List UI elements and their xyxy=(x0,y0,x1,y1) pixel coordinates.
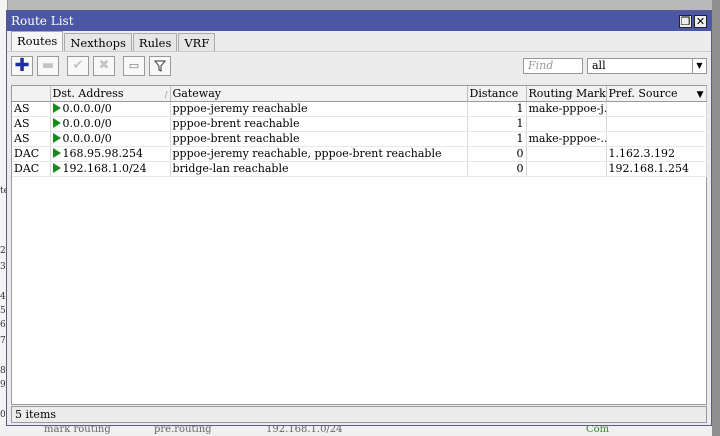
status-bar: 5 items xyxy=(11,406,707,423)
close-icon[interactable]: ✕ xyxy=(694,14,707,28)
column-pref-source[interactable]: Pref. Source ▼ xyxy=(606,86,707,102)
column-dst-address[interactable]: Dst. Address / xyxy=(50,86,171,102)
tab-bar: Routes Nexthops Rules VRF xyxy=(7,31,711,51)
row-gateway: pppoe-brent reachable xyxy=(170,131,468,147)
row-distance: 0 xyxy=(467,161,527,177)
remove-icon[interactable]: ▬ xyxy=(37,55,59,76)
comment-icon[interactable]: ▭ xyxy=(123,55,145,76)
row-flags: AS xyxy=(12,131,51,147)
dst-value: 0.0.0.0/0 xyxy=(62,102,112,115)
tab-vrf[interactable]: VRF xyxy=(178,33,216,51)
row-pref-source xyxy=(606,116,707,132)
sort-icon: / xyxy=(164,89,168,99)
row-dst-address: 168.95.98.254 xyxy=(50,146,171,162)
row-gateway: pppoe-brent reachable xyxy=(170,116,468,132)
column-flags[interactable] xyxy=(12,86,51,102)
row-routing-mark xyxy=(526,146,607,162)
row-flags: DAC xyxy=(12,146,51,162)
route-list-window: Route List ❐ ✕ Routes Nexthops Rules VRF… xyxy=(6,10,712,426)
table-row[interactable]: DAC 192.168.1.0/24 bridge-lan reachable … xyxy=(12,161,707,177)
dst-value: 192.168.1.0/24 xyxy=(62,162,147,175)
row-flags: AS xyxy=(12,101,51,117)
row-dst-address: 192.168.1.0/24 xyxy=(50,161,171,177)
title-bar[interactable]: Route List ❐ ✕ xyxy=(7,11,711,31)
dst-value: 168.95.98.254 xyxy=(62,147,143,160)
row-gateway: bridge-lan reachable xyxy=(170,161,468,177)
toolbar: ✚ ▬ ✔ ✖ ▭ Find all ▼ xyxy=(7,51,711,79)
row-pref-source: 1.162.3.192 xyxy=(606,146,707,162)
chevron-down-icon[interactable]: ▼ xyxy=(692,58,706,73)
routes-table: Dst. Address / Gateway Distance Routing M… xyxy=(11,85,707,405)
filter-select-value: all xyxy=(592,59,606,72)
row-dst-address: 0.0.0.0/0 xyxy=(50,131,171,147)
table-header: Dst. Address / Gateway Distance Routing M… xyxy=(12,86,707,102)
check-icon[interactable]: ✔ xyxy=(67,55,89,76)
row-dst-address: 0.0.0.0/0 xyxy=(50,101,171,117)
active-route-icon xyxy=(52,148,61,158)
row-pref-source xyxy=(606,101,707,117)
restore-icon[interactable]: ❐ xyxy=(679,14,692,28)
find-input[interactable]: Find xyxy=(523,57,583,74)
column-label: Dst. Address xyxy=(52,86,124,100)
row-distance: 1 xyxy=(467,116,527,132)
row-routing-mark xyxy=(526,161,607,177)
table-row[interactable]: AS 0.0.0.0/0 pppoe-brent reachable 1 mak… xyxy=(12,131,707,147)
column-routing-mark[interactable]: Routing Mark xyxy=(526,86,607,102)
column-gateway[interactable]: Gateway xyxy=(170,86,468,102)
row-pref-source: 192.168.1.254 xyxy=(606,161,707,177)
row-gateway: pppoe-jeremy reachable xyxy=(170,101,468,117)
row-gateway: pppoe-jeremy reachable, pppoe-brent reac… xyxy=(170,146,468,162)
tab-routes[interactable]: Routes xyxy=(11,31,64,51)
active-route-icon xyxy=(52,103,61,113)
dst-value: 0.0.0.0/0 xyxy=(62,117,112,130)
column-distance[interactable]: Distance xyxy=(467,86,527,102)
table-row[interactable]: AS 0.0.0.0/0 pppoe-jeremy reachable 1 ma… xyxy=(12,101,707,117)
filter-icon[interactable] xyxy=(149,55,171,76)
active-route-icon xyxy=(52,163,61,173)
row-dst-address: 0.0.0.0/0 xyxy=(50,116,171,132)
row-routing-mark: make-pppoe-... xyxy=(526,131,607,147)
background-panel xyxy=(712,0,720,436)
filter-select[interactable]: all ▼ xyxy=(587,57,707,74)
row-pref-source xyxy=(606,131,707,147)
row-routing-mark: make-pppoe-j... xyxy=(526,101,607,117)
chevron-down-icon[interactable]: ▼ xyxy=(697,90,704,100)
row-routing-mark xyxy=(526,116,607,132)
window-title: Route List xyxy=(11,14,74,28)
x-icon[interactable]: ✖ xyxy=(93,55,115,76)
row-distance: 0 xyxy=(467,146,527,162)
active-route-icon xyxy=(52,133,61,143)
row-distance: 1 xyxy=(467,131,527,147)
dst-value: 0.0.0.0/0 xyxy=(62,132,112,145)
tab-rules[interactable]: Rules xyxy=(132,33,178,51)
table-row[interactable]: AS 0.0.0.0/0 pppoe-brent reachable 1 xyxy=(12,116,707,132)
row-distance: 1 xyxy=(467,101,527,117)
row-flags: DAC xyxy=(12,161,51,177)
row-flags: AS xyxy=(12,116,51,132)
column-label: Pref. Source xyxy=(608,86,678,100)
add-icon[interactable]: ✚ xyxy=(11,55,33,76)
tab-nexthops[interactable]: Nexthops xyxy=(64,33,132,51)
table-row[interactable]: DAC 168.95.98.254 pppoe-jeremy reachable… xyxy=(12,146,707,162)
active-route-icon xyxy=(52,118,61,128)
